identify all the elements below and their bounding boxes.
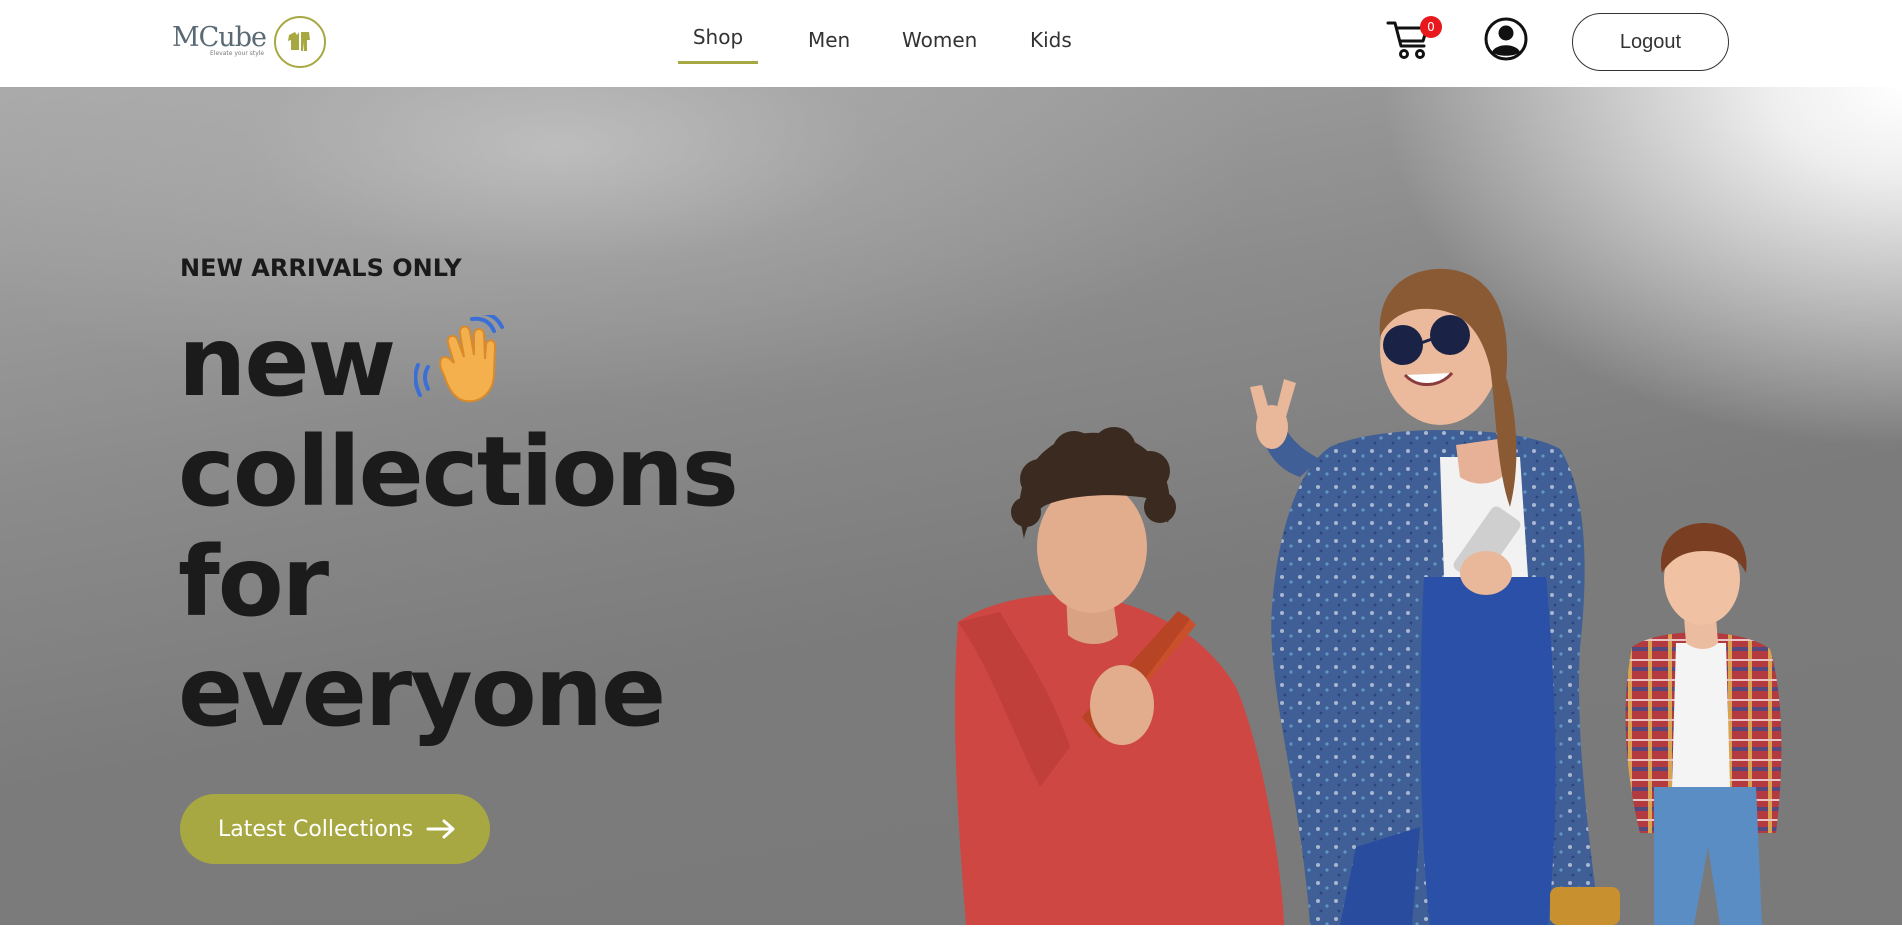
nav-link-women[interactable]: Women bbox=[902, 20, 977, 64]
tshirt-logo-icon bbox=[274, 16, 326, 68]
navbar: MCube Elevate your style Shop Men Women … bbox=[0, 0, 1902, 87]
brand-tagline: Elevate your style bbox=[210, 50, 265, 57]
hero-models-image bbox=[955, 268, 1782, 925]
model-man bbox=[955, 427, 1284, 925]
logout-button[interactable]: Logout bbox=[1572, 13, 1729, 71]
model-boy bbox=[1625, 523, 1782, 925]
nav-link-label: Kids bbox=[1030, 28, 1072, 52]
nav-link-men[interactable]: Men bbox=[808, 20, 850, 64]
cart-button[interactable]: 0 bbox=[1386, 16, 1442, 62]
brand-name: MCube bbox=[172, 22, 267, 53]
user-circle-icon bbox=[1484, 17, 1528, 61]
cart-count-badge: 0 bbox=[1420, 16, 1442, 38]
hero-banner: NEW ARRIVALS ONLY new collections for ev… bbox=[0, 87, 1902, 925]
model-woman bbox=[1250, 268, 1620, 925]
brand-logo[interactable]: MCube Elevate your style bbox=[172, 16, 326, 68]
profile-button[interactable] bbox=[1484, 17, 1528, 61]
nav-link-shop[interactable]: Shop bbox=[678, 20, 758, 64]
nav-link-kids[interactable]: Kids bbox=[1030, 20, 1072, 64]
nav-link-label: Women bbox=[902, 28, 978, 52]
nav-link-label: Shop bbox=[692, 25, 744, 49]
nav-link-label: Men bbox=[808, 28, 851, 52]
